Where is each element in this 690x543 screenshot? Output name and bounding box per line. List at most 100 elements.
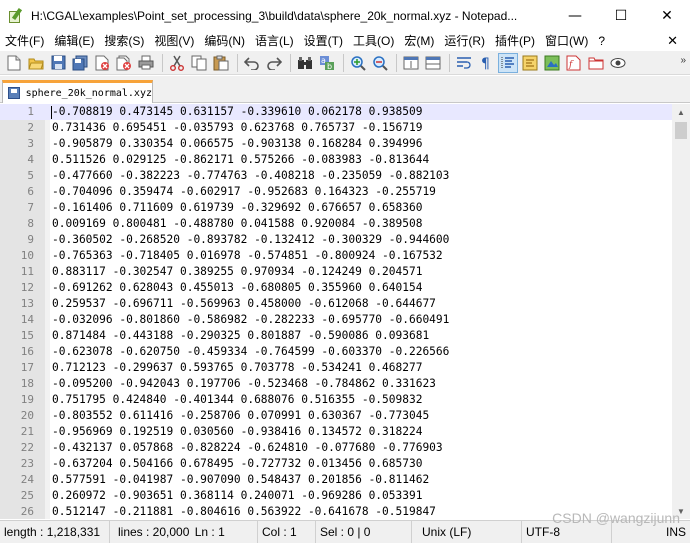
- menu-tools[interactable]: 工具(O): [348, 31, 399, 51]
- scrollbar-thumb[interactable]: [675, 122, 687, 139]
- line-text[interactable]: -0.803552 0.611416 -0.258706 0.070991 0.…: [52, 408, 429, 424]
- menu-file[interactable]: 文件(F): [0, 31, 49, 51]
- line-text[interactable]: 0.577591 -0.041987 -0.907090 0.548437 0.…: [52, 472, 429, 488]
- function-list-icon[interactable]: f: [564, 53, 584, 73]
- line-text[interactable]: -0.956969 0.192519 0.030560 -0.938416 0.…: [52, 424, 422, 440]
- zoom-out-icon[interactable]: [370, 53, 390, 73]
- line-text[interactable]: 0.009169 0.800481 -0.488780 0.041588 0.9…: [52, 216, 422, 232]
- scroll-up-icon[interactable]: ▲: [672, 104, 690, 120]
- line-text[interactable]: 0.871484 -0.443188 -0.290325 0.801887 -0…: [52, 328, 429, 344]
- monitor-icon[interactable]: [608, 53, 628, 73]
- line-text[interactable]: 0.731436 0.695451 -0.035793 0.623768 0.7…: [52, 120, 422, 136]
- editor-line[interactable]: 17 0.712123 -0.299637 0.593765 0.703778 -…: [0, 360, 672, 376]
- menu-encoding[interactable]: 编码(N): [199, 31, 250, 51]
- save-icon[interactable]: [48, 53, 68, 73]
- language-icon[interactable]: [520, 53, 540, 73]
- editor-line[interactable]: 8 0.009169 0.800481 -0.488780 0.041588 0.…: [0, 216, 672, 232]
- editor-line[interactable]: 11 0.883117 -0.302547 0.389255 0.970934 -…: [0, 264, 672, 280]
- status-eol[interactable]: Unix (LF): [412, 520, 522, 543]
- menu-macro[interactable]: 宏(M): [399, 31, 439, 51]
- line-text[interactable]: -0.032096 -0.801860 -0.586982 -0.282233 …: [52, 312, 449, 328]
- editor-line[interactable]: 25 0.260972 -0.903651 0.368114 0.240071 -…: [0, 488, 672, 504]
- line-text[interactable]: -0.161406 0.711609 0.619739 -0.329692 0.…: [52, 200, 422, 216]
- sync-horizontal-icon[interactable]: [423, 53, 443, 73]
- editor-line[interactable]: 9 -0.360502 -0.268520 -0.893782 -0.132412…: [0, 232, 672, 248]
- line-text[interactable]: 0.883117 -0.302547 0.389255 0.970934 -0.…: [52, 264, 422, 280]
- find-icon[interactable]: [295, 53, 315, 73]
- maximize-button[interactable]: ☐: [598, 0, 644, 31]
- line-text[interactable]: 0.260972 -0.903651 0.368114 0.240071 -0.…: [52, 488, 422, 504]
- editor-line[interactable]: 22 -0.432137 0.057868 -0.828224 -0.624810…: [0, 440, 672, 456]
- word-wrap-icon[interactable]: [454, 53, 474, 73]
- line-text[interactable]: -0.905879 0.330354 0.066575 -0.903138 0.…: [52, 136, 422, 152]
- line-text[interactable]: -0.708819 0.473145 0.631157 -0.339610 0.…: [52, 104, 422, 120]
- editor-line[interactable]: 14 -0.032096 -0.801860 -0.586982 -0.28223…: [0, 312, 672, 328]
- editor-line[interactable]: 20 -0.803552 0.611416 -0.258706 0.070991 …: [0, 408, 672, 424]
- menu-settings[interactable]: 设置(T): [299, 31, 348, 51]
- open-file-icon[interactable]: [26, 53, 46, 73]
- line-text[interactable]: -0.691262 0.628043 0.455013 -0.680805 0.…: [52, 280, 422, 296]
- tab-sphere-20k-normal[interactable]: sphere_20k_normal.xyz: [2, 80, 153, 103]
- menu-run[interactable]: 运行(R): [439, 31, 490, 51]
- menu-search[interactable]: 搜索(S): [99, 31, 149, 51]
- copy-icon[interactable]: [189, 53, 209, 73]
- menu-language[interactable]: 语言(L): [250, 31, 299, 51]
- editor-line[interactable]: 4 0.511526 0.029125 -0.862171 0.575266 -0…: [0, 152, 672, 168]
- undo-icon[interactable]: [242, 53, 262, 73]
- new-file-icon[interactable]: [4, 53, 24, 73]
- toolbar-overflow-icon[interactable]: »: [680, 55, 686, 66]
- editor-line[interactable]: 10 -0.765363 -0.718405 0.016978 -0.574851…: [0, 248, 672, 264]
- line-text[interactable]: -0.704096 0.359474 -0.602917 -0.952683 0…: [52, 184, 436, 200]
- sync-vertical-icon[interactable]: [401, 53, 421, 73]
- close-all-icon[interactable]: [114, 53, 134, 73]
- save-all-icon[interactable]: [70, 53, 90, 73]
- doc-map-icon[interactable]: [542, 53, 562, 73]
- line-text[interactable]: -0.623078 -0.620750 -0.459334 -0.764599 …: [52, 344, 449, 360]
- print-icon[interactable]: [136, 53, 156, 73]
- line-text[interactable]: 0.259537 -0.696711 -0.569963 0.458000 -0…: [52, 296, 436, 312]
- menu-plugins[interactable]: 插件(P): [490, 31, 540, 51]
- line-text[interactable]: 0.511526 0.029125 -0.862171 0.575266 -0.…: [52, 152, 429, 168]
- editor-line[interactable]: 13 0.259537 -0.696711 -0.569963 0.458000 …: [0, 296, 672, 312]
- editor-line[interactable]: 6 -0.704096 0.359474 -0.602917 -0.952683 …: [0, 184, 672, 200]
- close-window-button[interactable]: ✕: [644, 0, 690, 31]
- show-all-chars-icon[interactable]: ¶: [476, 53, 496, 73]
- editor-line[interactable]: 5 -0.477660 -0.382223 -0.774763 -0.408218…: [0, 168, 672, 184]
- line-text[interactable]: -0.637204 0.504166 0.678495 -0.727732 0.…: [52, 456, 422, 472]
- editor-area[interactable]: 1 -0.708819 0.473145 0.631157 -0.339610 0…: [0, 104, 672, 519]
- menu-window[interactable]: 窗口(W): [540, 31, 593, 51]
- vertical-scrollbar[interactable]: ▲ ▼: [672, 104, 690, 519]
- menu-view[interactable]: 视图(V): [149, 31, 199, 51]
- editor-line[interactable]: 2 0.731436 0.695451 -0.035793 0.623768 0.…: [0, 120, 672, 136]
- editor-line[interactable]: 3 -0.905879 0.330354 0.066575 -0.903138 0…: [0, 136, 672, 152]
- editor-line[interactable]: 7 -0.161406 0.711609 0.619739 -0.329692 0…: [0, 200, 672, 216]
- line-text[interactable]: -0.095200 -0.942043 0.197706 -0.523468 -…: [52, 376, 436, 392]
- indent-guide-icon[interactable]: [498, 52, 518, 73]
- menu-help[interactable]: ?: [593, 31, 610, 51]
- line-text[interactable]: -0.360502 -0.268520 -0.893782 -0.132412 …: [52, 232, 449, 248]
- editor-line[interactable]: 16 -0.623078 -0.620750 -0.459334 -0.76459…: [0, 344, 672, 360]
- line-text[interactable]: -0.765363 -0.718405 0.016978 -0.574851 -…: [52, 248, 443, 264]
- line-text[interactable]: -0.477660 -0.382223 -0.774763 -0.408218 …: [52, 168, 449, 184]
- folder-workspace-icon[interactable]: [586, 53, 606, 73]
- editor-line[interactable]: 19 0.751795 0.424840 -0.401344 0.688076 0…: [0, 392, 672, 408]
- minimize-button[interactable]: —: [552, 0, 598, 31]
- line-text[interactable]: 0.512147 -0.211881 -0.804616 0.563922 -0…: [52, 504, 436, 519]
- line-text[interactable]: 0.751795 0.424840 -0.401344 0.688076 0.5…: [52, 392, 422, 408]
- editor-line[interactable]: 21 -0.956969 0.192519 0.030560 -0.938416 …: [0, 424, 672, 440]
- zoom-in-icon[interactable]: [348, 53, 368, 73]
- replace-icon[interactable]: ab: [317, 53, 337, 73]
- editor-line[interactable]: 24 0.577591 -0.041987 -0.907090 0.548437 …: [0, 472, 672, 488]
- editor-line[interactable]: 15 0.871484 -0.443188 -0.290325 0.801887 …: [0, 328, 672, 344]
- redo-icon[interactable]: [264, 53, 284, 73]
- close-document-button[interactable]: ✕: [667, 31, 678, 51]
- line-text[interactable]: 0.712123 -0.299637 0.593765 0.703778 -0.…: [52, 360, 422, 376]
- close-icon[interactable]: [92, 53, 112, 73]
- paste-icon[interactable]: [211, 53, 231, 73]
- editor-line[interactable]: 23 -0.637204 0.504166 0.678495 -0.727732 …: [0, 456, 672, 472]
- editor-line[interactable]: 1 -0.708819 0.473145 0.631157 -0.339610 0…: [0, 104, 672, 120]
- line-text[interactable]: -0.432137 0.057868 -0.828224 -0.624810 -…: [52, 440, 443, 456]
- cut-icon[interactable]: [167, 53, 187, 73]
- menu-edit[interactable]: 编辑(E): [49, 31, 99, 51]
- editor-line[interactable]: 12 -0.691262 0.628043 0.455013 -0.680805 …: [0, 280, 672, 296]
